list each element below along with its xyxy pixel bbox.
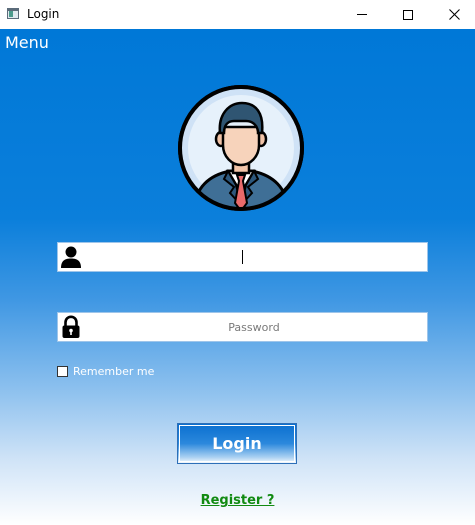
user-icon [61, 246, 81, 268]
maximize-icon [403, 9, 413, 20]
password-input[interactable] [84, 313, 424, 341]
register-link[interactable]: Register ? [201, 493, 275, 508]
remember-me-option[interactable]: Remember me [57, 365, 154, 378]
minimize-icon [357, 14, 367, 15]
text-cursor [242, 250, 243, 264]
minimize-button[interactable] [339, 0, 385, 29]
login-window: Login Menu Remember me Login Register ? [0, 0, 475, 525]
login-button-label: Login [212, 434, 262, 453]
close-button[interactable] [431, 0, 475, 29]
remember-me-checkbox[interactable] [57, 366, 68, 377]
username-input[interactable] [84, 243, 424, 271]
maximize-button[interactable] [385, 0, 431, 29]
password-field[interactable] [57, 312, 428, 342]
username-field[interactable] [57, 242, 428, 272]
login-button[interactable]: Login [177, 423, 297, 464]
title-bar[interactable]: Login [0, 0, 475, 29]
lock-icon [62, 315, 80, 338]
remember-me-label: Remember me [73, 365, 155, 378]
businessman-avatar-icon [178, 85, 304, 211]
close-icon [448, 9, 460, 20]
client-area: Menu Remember me Login Register ? [0, 29, 475, 525]
window-title: Login [27, 7, 60, 21]
menu-item[interactable]: Menu [5, 33, 49, 52]
app-window-icon [7, 8, 19, 19]
register-row: Register ? [0, 491, 475, 509]
